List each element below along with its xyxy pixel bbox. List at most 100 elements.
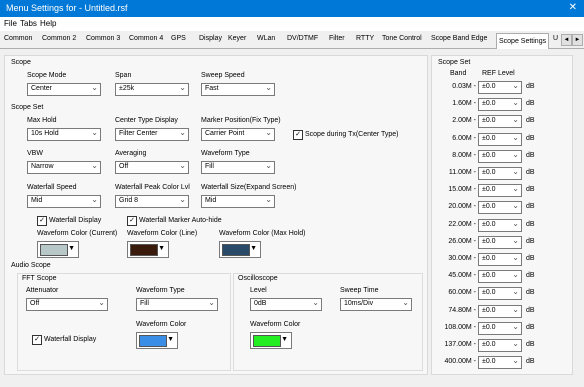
ref-level-select[interactable]: ±0.0 ⌄ bbox=[478, 201, 522, 215]
tab-keyer[interactable]: Keyer bbox=[228, 35, 246, 47]
waterfall-marker-checkbox[interactable]: ✓ bbox=[127, 216, 137, 226]
chevron-down-icon: ▼ bbox=[158, 245, 165, 252]
ref-level-select[interactable]: ±0.0 ⌄ bbox=[478, 356, 522, 370]
sweep-speed-select[interactable]: Fast ⌄ bbox=[201, 83, 275, 96]
tab-dv-dtmf[interactable]: DV/DTMF bbox=[287, 35, 318, 47]
tab-tone-control[interactable]: Tone Control bbox=[382, 35, 422, 47]
ref-level-select[interactable]: ±0.0 ⌄ bbox=[478, 115, 522, 129]
tab-u[interactable]: U bbox=[553, 35, 558, 47]
tab-wlan[interactable]: WLan bbox=[257, 35, 275, 47]
span-value: ±25k bbox=[119, 85, 135, 92]
vbw-select[interactable]: Narrow ⌄ bbox=[27, 161, 101, 174]
menu-tabs[interactable]: Tabs bbox=[20, 19, 37, 28]
ref-level-select[interactable]: ±0.0 ⌄ bbox=[478, 218, 522, 232]
db-unit-label: dB bbox=[526, 341, 535, 348]
ref-scope-set-title: Scope Set bbox=[438, 59, 471, 66]
waterfall-peak-select[interactable]: Grid 8 ⌄ bbox=[115, 195, 189, 208]
osc-level-select[interactable]: 0dB ⌄ bbox=[250, 298, 322, 311]
ref-level-select[interactable]: ±0.0 ⌄ bbox=[478, 235, 522, 249]
tab-filter[interactable]: Filter bbox=[329, 35, 345, 47]
osc-sweep-value: 10ms/Div bbox=[344, 300, 374, 307]
chevron-down-icon: ⌄ bbox=[512, 218, 519, 228]
span-label: Span bbox=[115, 72, 132, 79]
tab-rtty[interactable]: RTTY bbox=[356, 35, 374, 47]
chevron-down-icon: ⌄ bbox=[179, 83, 186, 92]
chevron-down-icon: ⌄ bbox=[512, 132, 519, 142]
ref-level-row: 108.00M - ±0.0 ⌄ dB bbox=[432, 321, 552, 335]
tab-scroll-left-icon[interactable]: ◄ bbox=[561, 34, 572, 46]
scope-during-tx-checkbox[interactable]: ✓ bbox=[293, 130, 303, 140]
chevron-down-icon: ⌄ bbox=[512, 149, 519, 159]
waterfall-display-checkbox[interactable]: ✓ bbox=[37, 216, 47, 226]
chevron-down-icon: ⌄ bbox=[312, 298, 319, 307]
waveform-color-line-button[interactable]: ▼ bbox=[127, 241, 169, 258]
chevron-down-icon: ⌄ bbox=[512, 356, 519, 366]
tab-scroll-right-icon[interactable]: ► bbox=[572, 34, 583, 46]
band-label: 60.00M - bbox=[448, 289, 476, 297]
title-bar: Menu Settings for - Untitled.rsf ✕ bbox=[0, 0, 584, 17]
waterfall-size-select[interactable]: Mid ⌄ bbox=[201, 195, 275, 208]
tab-display[interactable]: Display bbox=[199, 35, 222, 47]
max-hold-select[interactable]: 10s Hold ⌄ bbox=[27, 128, 101, 141]
ref-level-value: ±0.0 bbox=[482, 134, 496, 142]
fft-waveform-color-button[interactable]: ▼ bbox=[136, 332, 178, 349]
ref-level-select[interactable]: ±0.0 ⌄ bbox=[478, 149, 522, 163]
fft-scope-title: FFT Scope bbox=[22, 275, 57, 282]
waveform-type-select[interactable]: Fill ⌄ bbox=[201, 161, 275, 174]
ref-level-select[interactable]: ±0.0 ⌄ bbox=[478, 167, 522, 180]
scope-mode-select[interactable]: Center ⌄ bbox=[27, 83, 101, 96]
osc-waveform-color-button[interactable]: ▼ bbox=[250, 332, 292, 349]
waterfall-speed-label: Waterfall Speed bbox=[27, 184, 77, 191]
span-select[interactable]: ±25k ⌄ bbox=[115, 83, 189, 96]
tab-scope-band-edge[interactable]: Scope Band Edge bbox=[431, 35, 487, 47]
ref-level-select[interactable]: ±0.0 ⌄ bbox=[478, 253, 522, 266]
ref-level-value: ±0.0 bbox=[482, 341, 496, 348]
db-unit-label: dB bbox=[526, 100, 535, 108]
fft-waterfall-display-checkbox[interactable]: ✓ bbox=[32, 335, 42, 345]
ref-level-select[interactable]: ±0.0 ⌄ bbox=[478, 304, 522, 318]
attenuator-select[interactable]: Off ⌄ bbox=[26, 298, 108, 311]
ref-level-value: ±0.0 bbox=[482, 186, 496, 194]
averaging-select[interactable]: Off ⌄ bbox=[115, 161, 189, 174]
ref-level-select[interactable]: ±0.0 ⌄ bbox=[478, 184, 522, 198]
ref-level-select[interactable]: ±0.0 ⌄ bbox=[478, 270, 522, 284]
chevron-down-icon: ▼ bbox=[167, 336, 174, 343]
ref-level-select[interactable]: ±0.0 ⌄ bbox=[478, 132, 522, 146]
tab-common[interactable]: Common bbox=[4, 35, 32, 47]
fft-waveform-type-value: Fill bbox=[140, 300, 149, 307]
waterfall-peak-value: Grid 8 bbox=[119, 197, 139, 204]
menu-help[interactable]: Help bbox=[40, 19, 56, 28]
ref-level-select[interactable]: ±0.0 ⌄ bbox=[478, 81, 522, 94]
waterfall-marker-label: Waterfall Marker Auto-hide bbox=[139, 217, 222, 224]
waveform-color-current-button[interactable]: ▼ bbox=[37, 241, 79, 258]
db-unit-label: dB bbox=[526, 358, 535, 366]
scope-section-title: Scope bbox=[11, 59, 31, 66]
waterfall-speed-select[interactable]: Mid ⌄ bbox=[27, 195, 101, 208]
ref-level-select[interactable]: ±0.0 ⌄ bbox=[478, 321, 522, 335]
tab-scope-settings[interactable]: Scope Settings bbox=[496, 33, 550, 49]
osc-level-label: Level bbox=[250, 287, 267, 294]
menu-file[interactable]: File bbox=[4, 19, 17, 28]
fft-waterfall-display-label: Waterfall Display bbox=[44, 336, 97, 343]
fft-waveform-type-select[interactable]: Fill ⌄ bbox=[136, 298, 218, 311]
ref-level-row: 2.00M - ±0.0 ⌄ dB bbox=[432, 115, 552, 129]
scope-mode-value: Center bbox=[31, 85, 53, 92]
ref-level-select[interactable]: ±0.0 ⌄ bbox=[478, 98, 522, 112]
ref-level-select[interactable]: ±0.0 ⌄ bbox=[478, 339, 522, 352]
marker-position-select[interactable]: Carrier Point ⌄ bbox=[201, 128, 275, 141]
db-unit-label: dB bbox=[526, 134, 535, 142]
tab-common-2[interactable]: Common 2 bbox=[42, 35, 76, 47]
waveform-color-max-button[interactable]: ▼ bbox=[219, 241, 261, 258]
averaging-label: Averaging bbox=[115, 150, 147, 157]
tab-common-4[interactable]: Common 4 bbox=[129, 35, 163, 47]
tab-gps[interactable]: GPS bbox=[171, 35, 186, 47]
close-icon[interactable]: ✕ bbox=[569, 2, 577, 13]
tab-common-3[interactable]: Common 3 bbox=[86, 35, 120, 47]
ref-level-select[interactable]: ±0.0 ⌄ bbox=[478, 287, 522, 301]
band-label: 20.00M - bbox=[448, 203, 476, 211]
waveform-type-label: Waveform Type bbox=[201, 150, 250, 157]
ref-level-value: ±0.0 bbox=[482, 306, 496, 314]
chevron-down-icon: ⌄ bbox=[179, 161, 186, 170]
center-type-select[interactable]: Filter Center ⌄ bbox=[115, 128, 189, 141]
osc-sweep-select[interactable]: 10ms/Div ⌄ bbox=[340, 298, 412, 311]
